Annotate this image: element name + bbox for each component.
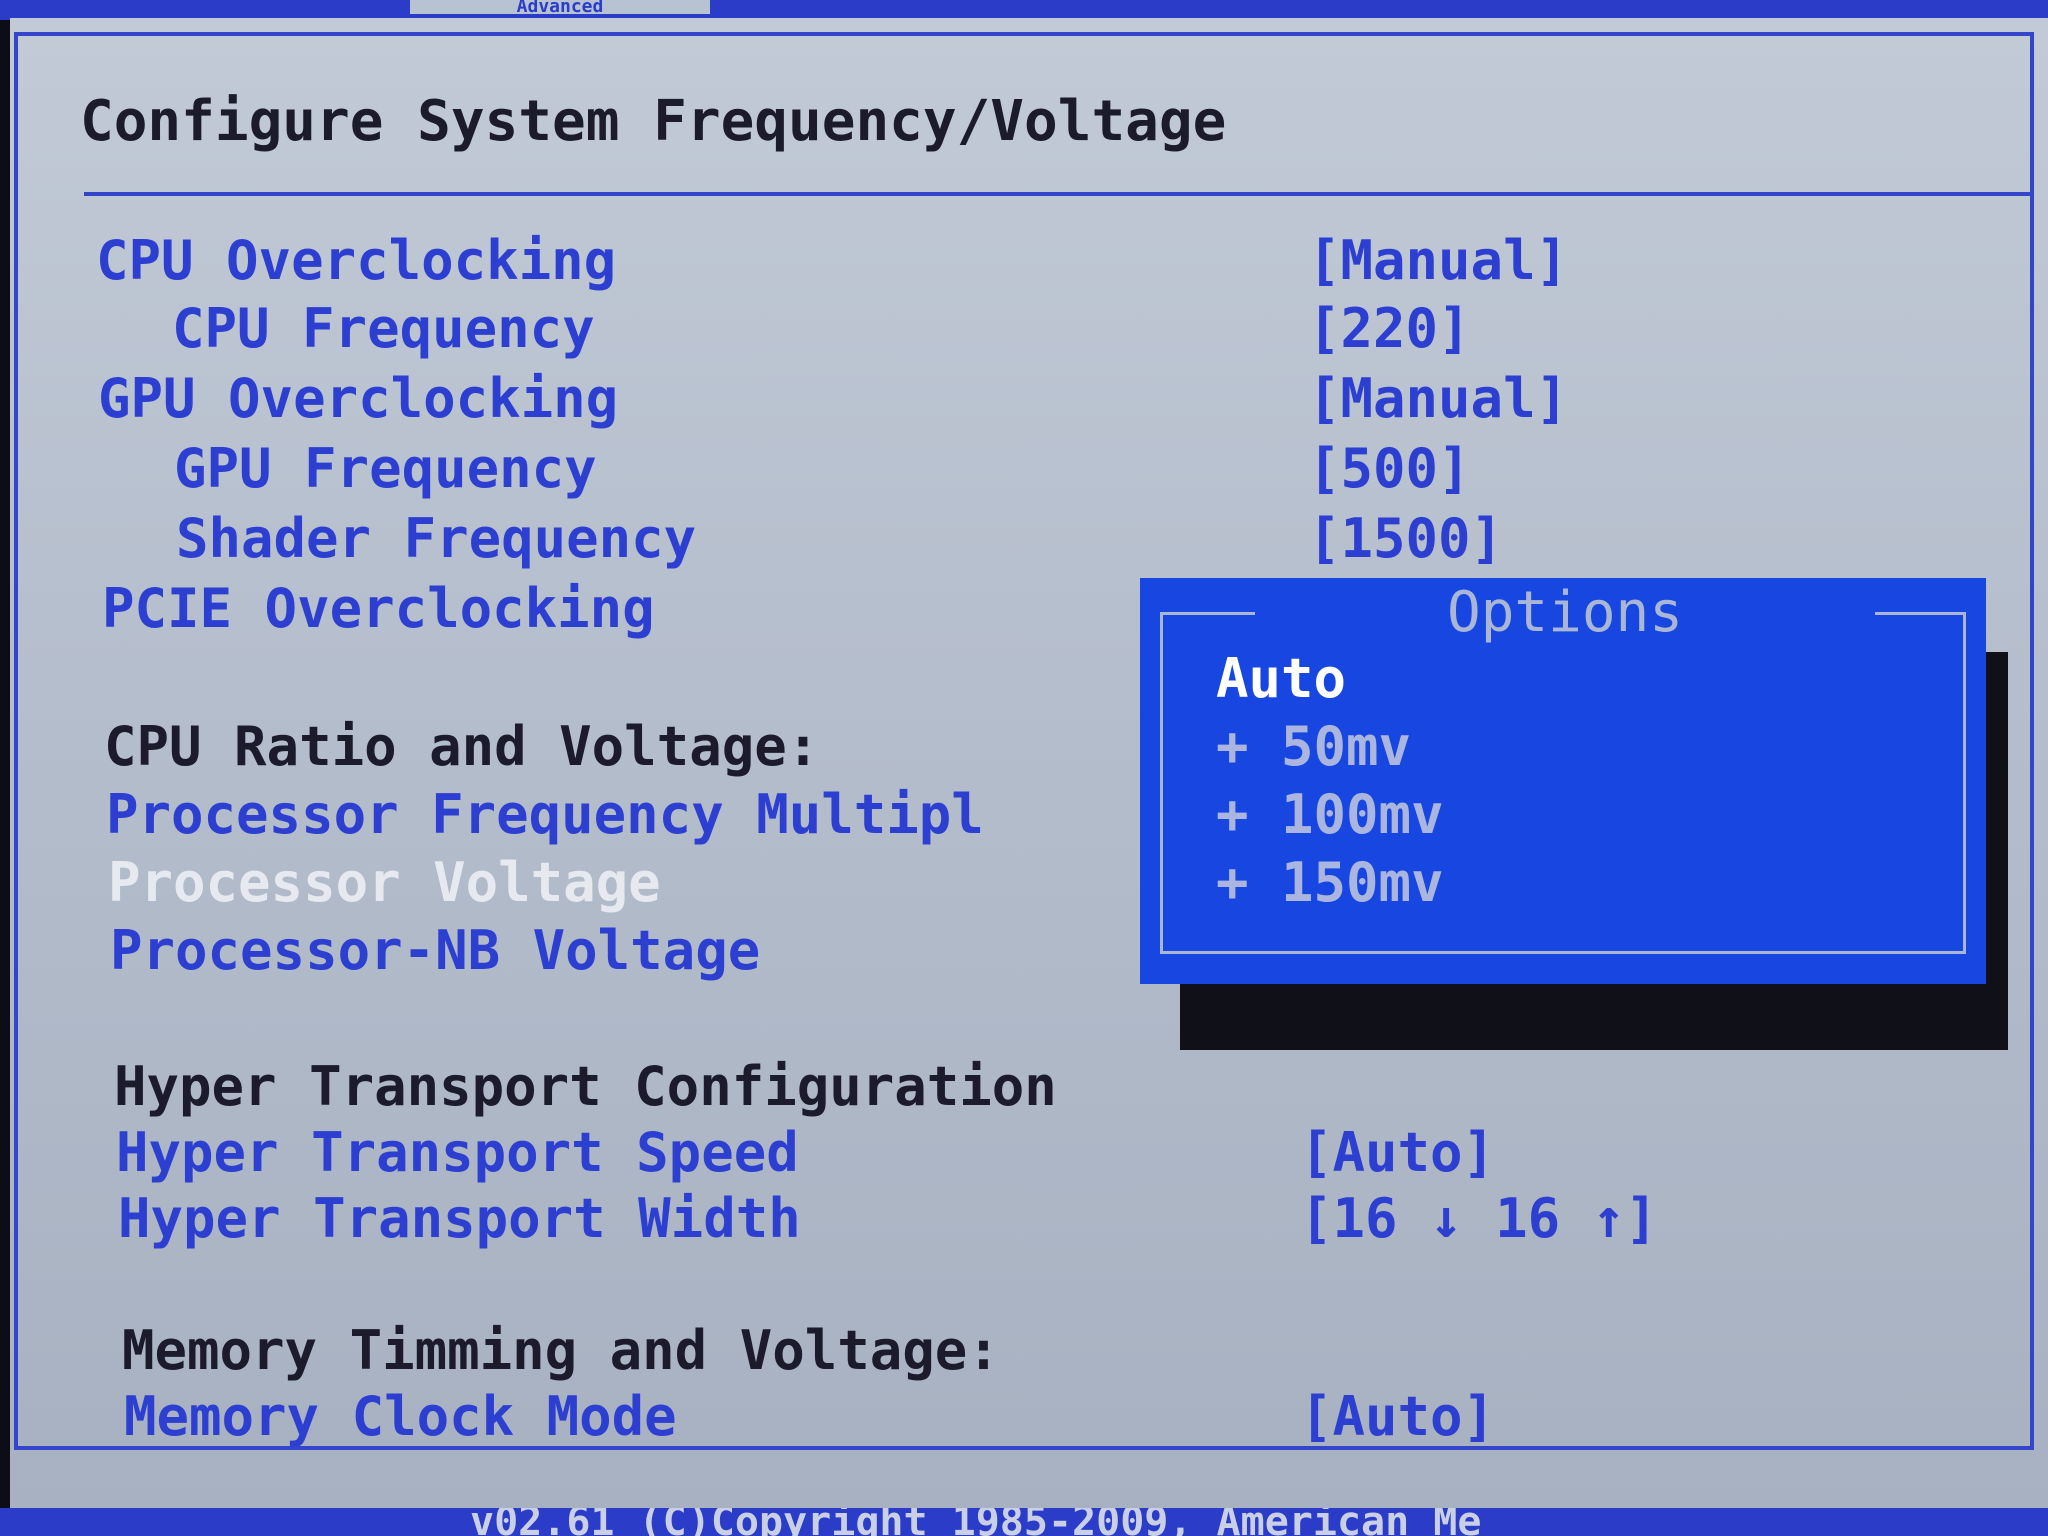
bios-footer-bar: v02.61 (C)Copyright 1985-2009, American … — [0, 1508, 2048, 1536]
section-heading-cpu-ratio-voltage: CPU Ratio and Voltage: — [104, 715, 820, 778]
setting-memory-clock-mode-value[interactable]: [Auto] — [1300, 1386, 1495, 1448]
setting-gpu-frequency[interactable]: GPU Frequency — [174, 438, 597, 500]
copyright-footer: v02.61 (C)Copyright 1985-2009, American … — [470, 1508, 1482, 1536]
setting-cpu-frequency[interactable]: CPU Frequency — [172, 298, 595, 360]
option-plus-50mv[interactable]: + 50mv — [1216, 716, 1411, 778]
setting-processor-frequency-multiplier[interactable]: Processor Frequency Multipl — [106, 784, 984, 846]
setting-cpu-overclocking[interactable]: CPU Overclocking — [96, 230, 616, 292]
bios-top-menu-bar: Advanced — [0, 0, 2048, 20]
setting-ht-width[interactable]: Hyper Transport Width — [118, 1188, 801, 1250]
setting-memory-clock-mode[interactable]: Memory Clock Mode — [124, 1386, 677, 1448]
setting-shader-frequency[interactable]: Shader Frequency — [176, 508, 696, 570]
tab-advanced[interactable]: Advanced — [410, 0, 710, 14]
setting-gpu-overclocking[interactable]: GPU Overclocking — [98, 368, 618, 430]
setting-ht-width-value[interactable]: [16 ↓ 16 ↑] — [1300, 1188, 1658, 1250]
setting-processor-nb-voltage[interactable]: Processor-NB Voltage — [110, 920, 760, 982]
bios-screen: Advanced Configure System Frequency/Volt… — [0, 0, 2048, 1536]
section-heading-hyper-transport: Hyper Transport Configuration — [114, 1055, 1057, 1118]
setting-processor-voltage-selected[interactable]: Processor Voltage — [108, 852, 661, 914]
section-heading-memory: Memory Timming and Voltage: — [122, 1319, 1000, 1382]
setting-ht-speed-value[interactable]: [Auto] — [1300, 1122, 1495, 1184]
setting-gpu-frequency-value[interactable]: [500] — [1308, 438, 1471, 500]
setting-cpu-overclocking-value[interactable]: [Manual] — [1308, 230, 1568, 292]
option-plus-100mv[interactable]: + 100mv — [1216, 784, 1444, 846]
setting-shader-frequency-value[interactable]: [1500] — [1308, 508, 1503, 570]
options-popup-title: Options — [1255, 578, 1875, 648]
setting-pcie-overclocking[interactable]: PCIE Overclocking — [102, 578, 655, 640]
option-auto-selected[interactable]: Auto — [1216, 648, 1346, 710]
setting-gpu-overclocking-value[interactable]: [Manual] — [1308, 368, 1568, 430]
page-title: Configure System Frequency/Voltage — [80, 89, 1227, 154]
setting-cpu-frequency-value[interactable]: [220] — [1308, 298, 1471, 360]
setting-ht-speed[interactable]: Hyper Transport Speed — [116, 1122, 799, 1184]
title-divider — [84, 192, 2034, 196]
option-plus-150mv[interactable]: + 150mv — [1216, 852, 1444, 914]
